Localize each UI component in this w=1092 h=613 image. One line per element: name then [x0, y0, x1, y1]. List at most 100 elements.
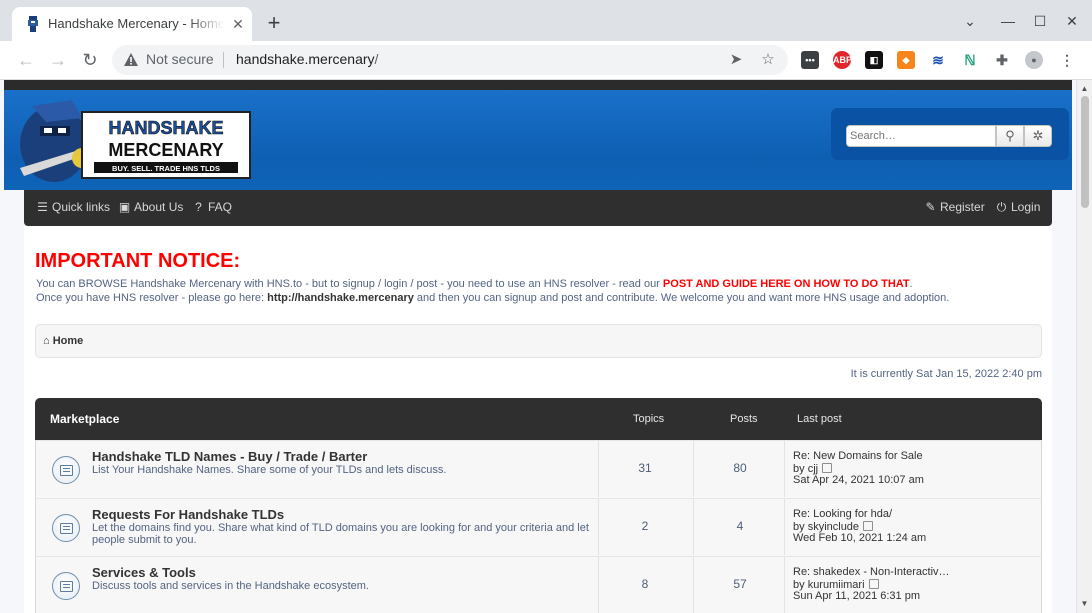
breadcrumb: ⌂ Home	[35, 324, 1042, 358]
about-us-link[interactable]: ▣ About Us	[118, 200, 184, 214]
notion-icon[interactable]: ◧	[865, 51, 883, 69]
page-scrollbar[interactable]: ▲ ▼	[1076, 80, 1092, 613]
question-icon: ?	[195, 200, 202, 214]
top-strip	[4, 80, 1072, 90]
svg-text:BUY. SELL. TRADE HNS TLDS: BUY. SELL. TRADE HNS TLDS	[112, 164, 220, 173]
bookmark-icon[interactable]: ℕ	[961, 51, 979, 69]
breadcrumb-home[interactable]: ⌂ Home	[43, 335, 83, 347]
profile-icon[interactable]: ●	[1025, 51, 1043, 69]
url-path: /	[374, 51, 379, 67]
send-icon[interactable]: ➤	[726, 50, 746, 70]
topics-count: 8	[641, 577, 649, 591]
forum-read-icon	[52, 514, 80, 542]
last-post-title[interactable]: Re: shakedex - Non-Interactiv…	[793, 566, 950, 578]
forum-title[interactable]: Services & Tools	[92, 565, 196, 580]
url-text[interactable]: handshake.mercenary/	[236, 51, 378, 67]
forum-row: Services & Tools Discuss tools and servi…	[35, 556, 1042, 613]
bookmark-star-icon[interactable]: ☆	[758, 50, 778, 70]
omnibox-divider	[223, 52, 224, 68]
topics-count: 2	[641, 519, 649, 533]
close-window-icon[interactable]: ✕	[1062, 11, 1082, 31]
faq-link[interactable]: ? FAQ	[192, 200, 232, 214]
current-time: It is currently Sat Jan 15, 2022 2:40 pm	[850, 368, 1042, 380]
puzzle-icon[interactable]: ✚	[993, 51, 1011, 69]
quick-links-label: Quick links	[52, 200, 111, 214]
search-icon[interactable]: ⚲	[996, 125, 1024, 147]
hamburger-icon: ☰	[37, 200, 48, 214]
notice-text: You can BROWSE Handshake Mercenary with …	[36, 278, 660, 290]
power-icon: ⏻	[996, 200, 1007, 214]
back-icon[interactable]: ←	[15, 49, 37, 71]
tab-search-icon[interactable]: ⌄	[960, 11, 980, 31]
scroll-thumb[interactable]	[1081, 96, 1089, 208]
view-latest-icon[interactable]	[863, 521, 874, 531]
posts-count: 57	[733, 577, 747, 591]
last-post-title[interactable]: Re: New Domains for Sale	[793, 450, 923, 462]
forum-description: Let the domains find you. Share what kin…	[92, 522, 589, 546]
more-icon[interactable]: •••	[801, 51, 819, 69]
reload-icon[interactable]: ↻	[79, 49, 101, 71]
browser-tab[interactable]: Handshake Mercenary - Home ✕	[12, 7, 252, 41]
faq-label: FAQ	[208, 200, 233, 214]
tab-close-icon[interactable]: ✕	[230, 16, 246, 32]
last-post-date: Sun Apr 11, 2021 6:31 pm	[793, 590, 920, 602]
last-post-title[interactable]: Re: Looking for hda/	[793, 508, 892, 520]
notice-line-1: You can BROWSE Handshake Mercenary with …	[36, 278, 913, 290]
address-bar[interactable]: Not secure handshake.mercenary/ ➤ ☆	[112, 45, 788, 75]
forum-description: List Your Handshake Names. Share some of…	[92, 464, 447, 476]
notice-title: IMPORTANT NOTICE:	[35, 250, 241, 272]
site-logo[interactable]: HANDSHAKE MERCENARY BUY. SELL. TRADE HNS…	[12, 96, 252, 184]
col-last-post: Last post	[797, 413, 842, 425]
advanced-search-icon[interactable]: ✲	[1024, 125, 1052, 147]
new-tab-icon[interactable]: +	[262, 12, 286, 36]
login-label: Login	[1011, 200, 1041, 214]
notice-text: Once you have HNS resolver - please go h…	[36, 292, 265, 304]
tab-strip: Handshake Mercenary - Home ✕ + ⌄ — ☐ ✕	[0, 0, 1092, 41]
breadcrumb-home-label: Home	[52, 335, 84, 347]
browser-toolbar: ← → ↻ Not secure handshake.mercenary/ ➤ …	[0, 41, 1092, 80]
forum-title[interactable]: Handshake TLD Names - Buy / Trade / Bart…	[92, 449, 367, 464]
forum-title[interactable]: Requests For Handshake TLDs	[92, 507, 284, 522]
view-latest-icon[interactable]	[868, 579, 879, 589]
about-us-label: About Us	[134, 200, 184, 214]
site-header: HANDSHAKE MERCENARY BUY. SELL. TRADE HNS…	[4, 90, 1072, 190]
edit-icon: ✎	[925, 200, 936, 214]
home-icon: ⌂	[43, 335, 50, 347]
forum-list: Marketplace Topics Posts Last post Hands…	[35, 398, 1042, 613]
resolver-link[interactable]: http://handshake.mercenary	[267, 292, 414, 304]
forward-icon[interactable]: →	[47, 49, 69, 71]
search-input[interactable]	[846, 125, 996, 147]
last-post-date: Wed Feb 10, 2021 1:24 am	[793, 532, 927, 544]
last-post-date: Sat Apr 24, 2021 10:07 am	[793, 474, 924, 486]
notice-period: .	[909, 278, 913, 290]
menu-icon[interactable]: ⋮	[1058, 51, 1076, 69]
posts-count: 4	[736, 519, 744, 533]
register-link[interactable]: ✎ Register	[924, 200, 984, 214]
col-topics: Topics	[633, 413, 665, 425]
notice-line-2: Once you have HNS resolver - please go h…	[36, 292, 949, 304]
quick-links-menu[interactable]: ☰ Quick links	[36, 200, 110, 214]
forum-row: Handshake TLD Names - Buy / Trade / Bart…	[35, 440, 1042, 498]
minimize-icon[interactable]: —	[998, 11, 1018, 31]
page-body: IMPORTANT NOTICE: You can BROWSE Handsha…	[24, 226, 1052, 613]
notice-text: and then you can signup and post and con…	[416, 292, 950, 304]
login-link[interactable]: ⏻ Login	[995, 200, 1041, 215]
view-latest-icon[interactable]	[822, 463, 833, 473]
not-secure-label[interactable]: Not secure	[146, 51, 214, 67]
warning-icon	[124, 53, 138, 66]
guide-link[interactable]: POST AND GUIDE HERE ON HOW TO DO THAT	[663, 278, 910, 290]
scroll-up-icon[interactable]: ▲	[1077, 82, 1092, 96]
site-favicon-icon	[28, 16, 38, 32]
col-posts: Posts	[730, 413, 758, 425]
topics-count: 31	[638, 461, 652, 475]
shield-icon[interactable]: ≋	[929, 51, 947, 69]
scroll-down-icon[interactable]: ▼	[1077, 597, 1092, 611]
maximize-icon[interactable]: ☐	[1030, 11, 1050, 31]
forum-read-icon	[52, 572, 80, 600]
forum-read-icon	[52, 456, 80, 484]
url-host: handshake.mercenary	[236, 51, 375, 67]
adblock-icon[interactable]: ABP	[833, 51, 852, 69]
category-title[interactable]: Marketplace	[50, 412, 119, 426]
posts-count: 80	[733, 461, 747, 475]
metamask-icon[interactable]: ◆	[897, 51, 915, 69]
